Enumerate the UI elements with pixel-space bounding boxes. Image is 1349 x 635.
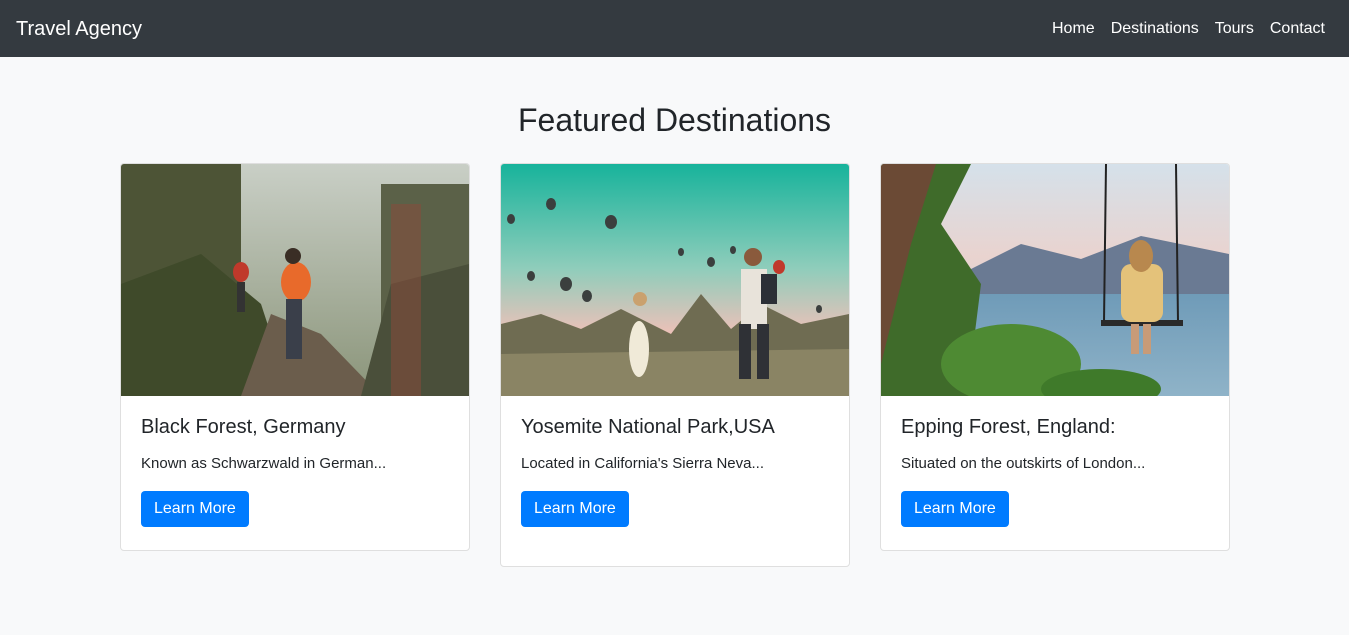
card-title: Black Forest, Germany (141, 416, 346, 438)
card-text: Situated on the outskirts of London... (901, 455, 1146, 472)
destination-card: Epping Forest, England: Situated on the … (880, 163, 1230, 551)
hikers-forest-trail-photo (121, 164, 469, 396)
card-title: Epping Forest, England: (901, 416, 1116, 438)
nav-links: Home Destinations Tours Contact (1052, 20, 1325, 38)
learn-more-button[interactable]: Learn More (521, 491, 629, 527)
card-body: Epping Forest, England: Situated on the … (881, 396, 1229, 547)
destination-card: Black Forest, Germany Known as Schwarzwa… (120, 163, 470, 551)
card-text: Known as Schwarzwald in German... (141, 455, 387, 472)
card-body: Black Forest, Germany Known as Schwarzwa… (121, 396, 469, 547)
nav-link-destinations[interactable]: Destinations (1111, 20, 1199, 38)
card-text: Located in California's Sierra Neva... (521, 455, 764, 472)
learn-more-button[interactable]: Learn More (141, 491, 249, 527)
card-title: Yosemite National Park,USA (521, 416, 775, 438)
hot-air-balloons-photo (501, 164, 849, 396)
destination-card: Yosemite National Park,USA Located in Ca… (500, 163, 850, 567)
nav-link-tours[interactable]: Tours (1215, 20, 1254, 38)
nav-link-contact[interactable]: Contact (1270, 20, 1325, 38)
nav-link-home[interactable]: Home (1052, 20, 1095, 38)
brand-link[interactable]: Travel Agency (16, 19, 142, 39)
card-body: Yosemite National Park,USA Located in Ca… (501, 396, 849, 563)
woman-on-swing-lake-photo (881, 164, 1229, 396)
page-title: Featured Destinations (517, 102, 832, 138)
navbar: Travel Agency Home Destinations Tours Co… (0, 0, 1349, 57)
learn-more-button[interactable]: Learn More (901, 491, 1009, 527)
